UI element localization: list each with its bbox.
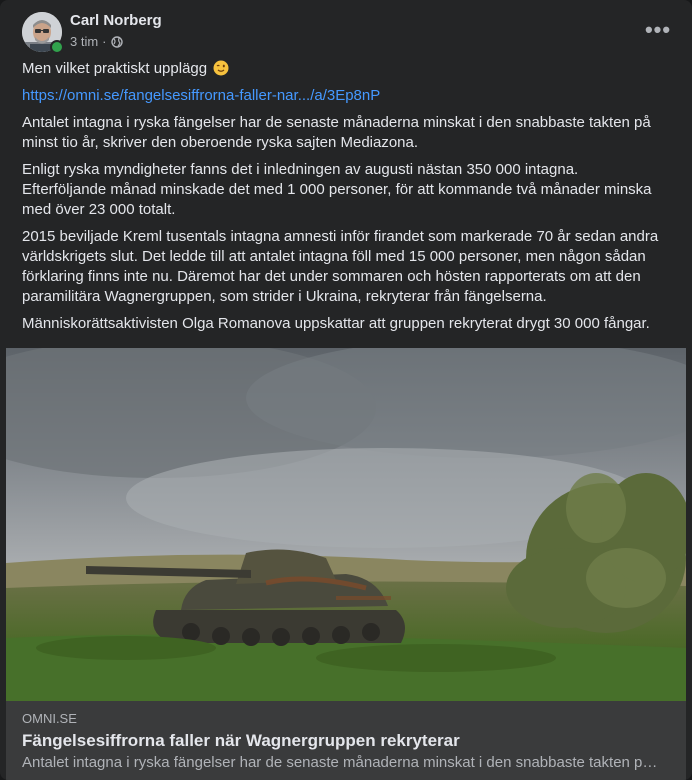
post-timestamp[interactable]: 3 tim [70,34,98,49]
link-preview-image[interactable] [6,348,686,701]
author-name[interactable]: Carl Norberg [70,12,162,29]
meta-separator: · [102,34,107,49]
post-paragraph: 2015 beviljade Kreml tusentals intagna a… [22,228,659,305]
online-status-indicator [50,40,64,54]
post-header: Carl Norberg 3 tim · ••• [22,12,682,54]
winking-face-emoji-icon [213,60,229,76]
globe-icon [110,35,123,48]
link-domain: OMNI.SE [22,711,77,726]
article-link[interactable]: https://omni.se/fangelsesiffrorna-faller… [22,87,380,104]
post-intro-text: Men vilket praktiskt upplägg [22,60,208,77]
post-paragraph: Människorättsaktivisten Olga Romanova up… [22,315,650,332]
author-avatar[interactable] [22,12,64,54]
link-title[interactable]: Fängelsesiffrorna faller när Wagnergrupp… [22,731,460,751]
post-paragraph: Enligt ryska myndigheter fanns det i inl… [22,161,652,218]
destroyed-tank-photo [6,348,686,701]
post-intro-line: Men vilket praktiskt upplägg [22,59,662,79]
link-preview-card[interactable]: OMNI.SE Fängelsesiffrorna faller när Wag… [6,701,686,780]
post-link-line: https://omni.se/fangelsesiffrorna-faller… [22,86,662,106]
post-text: Men vilket praktiskt upplägg https://omn… [22,59,662,341]
more-options-button[interactable]: ••• [640,16,676,44]
more-dots-icon: ••• [644,17,672,42]
feed-post: Carl Norberg 3 tim · ••• Men vilket prak… [0,0,692,780]
post-paragraph: Antalet intagna i ryska fängelser har de… [22,114,651,151]
post-meta: 3 tim · [70,34,123,49]
link-description: Antalet intagna i ryska fängelser har de… [22,754,662,771]
